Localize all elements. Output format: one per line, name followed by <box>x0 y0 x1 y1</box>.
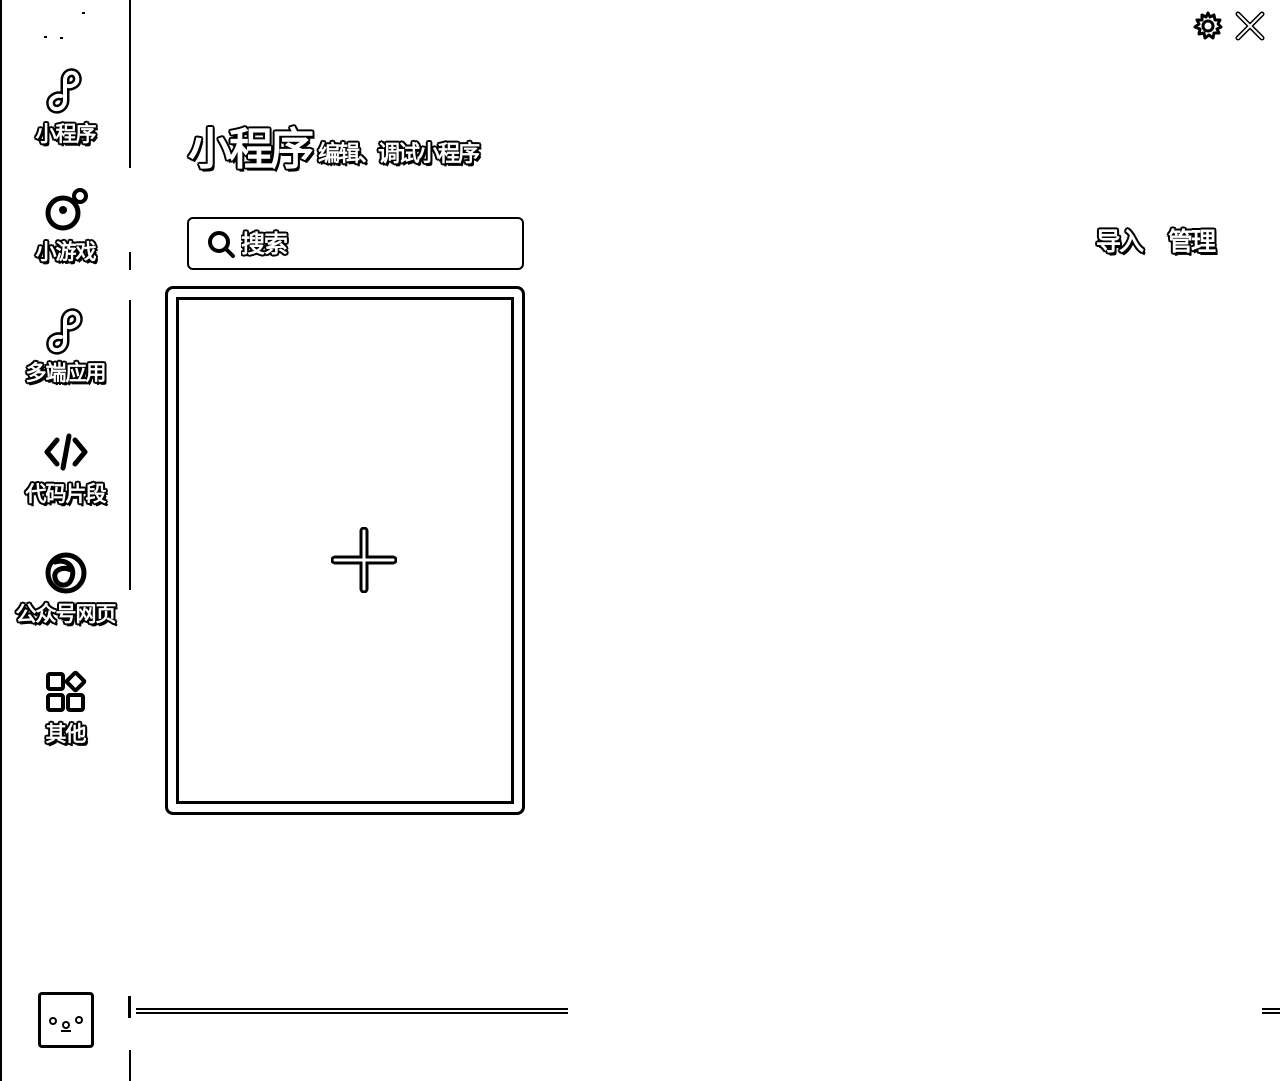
plus-icon <box>330 526 398 594</box>
sidebar-divider <box>128 996 131 1018</box>
settings-button[interactable] <box>1192 10 1224 42</box>
sidebar-divider <box>129 0 131 168</box>
sidebar-divider <box>129 1050 131 1081</box>
sidebar-item-label: 公众号网页 <box>15 602 117 626</box>
sidebar-item-label: 其他 <box>45 722 87 746</box>
sidebar-item-label: 代码片段 <box>25 482 107 506</box>
apps-icon <box>41 668 91 718</box>
sidebar-item-label: 多端应用 <box>25 361 107 385</box>
page-subtitle: 编辑、调试小程序 <box>318 142 480 167</box>
code-snippet-icon <box>41 428 91 478</box>
horizontal-divider <box>136 1008 568 1014</box>
official-account-web-icon <box>41 548 91 598</box>
window-controls <box>1192 10 1266 42</box>
sidebar-divider <box>129 252 131 270</box>
mini-game-icon <box>41 186 91 236</box>
gear-icon <box>1193 11 1223 40</box>
close-button[interactable] <box>1234 10 1266 42</box>
close-icon <box>1235 11 1265 41</box>
sidebar-item-label: 小程序 <box>35 122 97 146</box>
sidebar-divider <box>129 300 131 590</box>
manage-button[interactable]: 管理 <box>1168 224 1216 260</box>
sidebar-item-mini-game[interactable]: 小游戏 <box>2 186 129 286</box>
search-icon <box>205 228 237 260</box>
multi-platform-icon <box>41 307 91 357</box>
search-input[interactable] <box>239 228 503 259</box>
sidebar-item-code-snippet[interactable]: 代码片段 <box>2 428 129 528</box>
mini-program-icon <box>41 68 91 118</box>
import-button[interactable]: 导入 <box>1096 224 1144 260</box>
sidebar-item-multi-platform[interactable]: 多端应用 <box>2 307 129 407</box>
sidebar-item-official-account-web[interactable]: 公众号网页 <box>2 548 129 648</box>
new-project-card-inner <box>176 297 514 804</box>
search-box <box>187 217 524 270</box>
avatar-icon <box>49 1016 83 1032</box>
sidebar-item-other[interactable]: 其他 <box>2 668 129 768</box>
horizontal-divider <box>1262 1008 1280 1014</box>
window-drag-region[interactable] <box>40 10 90 40</box>
page-title: 小程序 <box>188 124 314 175</box>
sidebar-item-label: 小游戏 <box>35 240 97 264</box>
sidebar-item-mini-program[interactable]: 小程序 <box>2 68 129 168</box>
sidebar: 小程序 小游戏 多端应用 代码片段 公众号网页 其他 <box>2 0 129 1081</box>
new-project-card[interactable] <box>165 286 525 815</box>
user-avatar[interactable] <box>38 992 94 1048</box>
